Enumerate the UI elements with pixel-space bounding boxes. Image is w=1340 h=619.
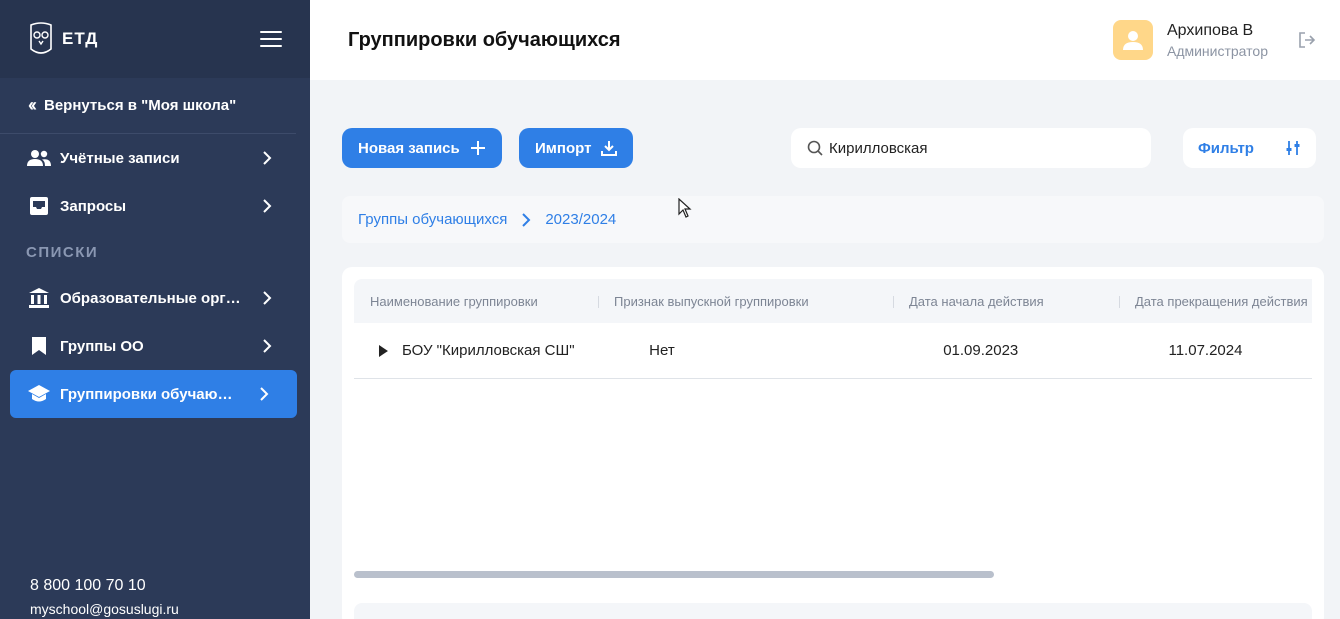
section-title-lists: СПИСКИ bbox=[26, 243, 99, 261]
column-header-graduation[interactable]: Признак выпускной группировки bbox=[598, 294, 893, 309]
support-email: myschool@gosuslugi.ru bbox=[30, 601, 179, 617]
back-to-school-link[interactable]: ‹‹ Вернуться в "Моя школа" bbox=[0, 78, 296, 134]
user-info: Архипова В Администратор bbox=[1167, 22, 1268, 59]
user-icon bbox=[1122, 31, 1143, 50]
filter-button[interactable]: Фильтр bbox=[1183, 128, 1316, 168]
table-footer bbox=[354, 603, 1312, 619]
new-record-label: Новая запись bbox=[358, 139, 460, 157]
logo-text: ЕТД bbox=[62, 29, 99, 48]
user-name: Архипова В bbox=[1166, 21, 1254, 39]
search-icon bbox=[807, 140, 823, 156]
sliders-icon bbox=[1286, 141, 1300, 155]
cell-end: 11.07.2024 bbox=[1168, 342, 1243, 359]
chevron-right-icon bbox=[263, 151, 272, 165]
breadcrumb: Группы обучающихся 2023/2024 bbox=[342, 196, 1324, 243]
avatar[interactable] bbox=[1112, 20, 1153, 60]
cell-start: 01.09.2023 bbox=[943, 342, 1019, 359]
support-phone: 8 800 100 70 10 bbox=[30, 577, 146, 594]
sidebar-item-organizations[interactable]: Образовательные организации bbox=[0, 274, 310, 322]
chevron-right-icon bbox=[263, 291, 272, 305]
sidebar-item-label: Учётные записи bbox=[60, 149, 180, 167]
sidebar-item-requests[interactable]: Запросы bbox=[0, 182, 310, 230]
sidebar-item-accounts[interactable]: Учётные записи bbox=[0, 134, 310, 182]
chevron-right-icon bbox=[263, 199, 272, 213]
graduation-cap-icon bbox=[26, 383, 52, 405]
new-record-button[interactable]: Новая запись bbox=[342, 128, 502, 168]
import-label: Импорт bbox=[535, 139, 592, 157]
table-row[interactable]: БОУ "Кирилловская СШ" Нет 01.09.2023 11.… bbox=[354, 323, 1312, 379]
page-title: Группировки обучающихся bbox=[348, 28, 621, 51]
sidebar-item-label: Группы ОО bbox=[60, 337, 144, 355]
chevron-right-icon bbox=[263, 339, 272, 353]
mouse-cursor-icon bbox=[678, 198, 692, 218]
back-label: Вернуться в "Моя школа" bbox=[44, 97, 237, 114]
sidebar-item-label: Запросы bbox=[60, 197, 127, 215]
breadcrumb-item-year[interactable]: 2023/2024 bbox=[545, 211, 616, 228]
column-header-name[interactable]: Наименование группировки bbox=[354, 294, 598, 309]
sidebar-item-label: Образовательные организации bbox=[60, 289, 248, 307]
menu-burger-icon[interactable] bbox=[260, 31, 282, 47]
bookmark-icon bbox=[26, 335, 52, 357]
users-icon bbox=[26, 147, 52, 169]
horizontal-scrollbar[interactable] bbox=[354, 571, 994, 578]
sidebar-item-groups[interactable]: Группы ОО bbox=[0, 322, 310, 370]
owl-logo-icon bbox=[30, 22, 52, 54]
logout-icon[interactable] bbox=[1298, 31, 1316, 49]
expand-triangle-icon[interactable] bbox=[376, 344, 390, 358]
institution-icon bbox=[26, 287, 52, 309]
download-icon bbox=[601, 141, 618, 156]
breadcrumb-item-groups[interactable]: Группы обучающихся bbox=[358, 211, 507, 228]
column-header-end[interactable]: Дата прекращения действия bbox=[1119, 294, 1312, 309]
table: Наименование группировки Признак выпускн… bbox=[354, 279, 1312, 579]
user-block: Архипова В Администратор bbox=[1112, 20, 1316, 60]
logo-row: ЕТД bbox=[0, 0, 310, 78]
inbox-icon bbox=[26, 195, 52, 217]
filter-label: Фильтр bbox=[1198, 139, 1254, 157]
double-chevron-left-icon: ‹‹ bbox=[28, 95, 37, 115]
table-card: Наименование группировки Признак выпускн… bbox=[342, 267, 1324, 619]
chevron-right-icon bbox=[522, 212, 531, 227]
header: Группировки обучающихся Архипова В Админ… bbox=[310, 0, 1340, 80]
search-box bbox=[791, 128, 1151, 168]
import-button[interactable]: Импорт bbox=[519, 128, 634, 168]
chevron-right-icon bbox=[260, 387, 269, 401]
table-header: Наименование группировки Признак выпускн… bbox=[354, 279, 1312, 323]
contacts: 8 800 100 70 10 myschool@gosuslugi.ru bbox=[30, 577, 179, 617]
sidebar: ЕТД ‹‹ Вернуться в "Моя школа" Учётные з… bbox=[0, 0, 310, 619]
user-role: Администратор bbox=[1166, 42, 1268, 59]
column-header-start[interactable]: Дата начала действия bbox=[893, 294, 1119, 309]
sidebar-item-student-groupings[interactable]: Группировки обучающихся bbox=[10, 370, 297, 418]
sidebar-item-label: Группировки обучающихся bbox=[60, 385, 245, 403]
search-input[interactable] bbox=[829, 139, 1129, 157]
cell-name: БОУ "Кирилловская СШ" bbox=[401, 342, 575, 359]
plus-icon bbox=[470, 141, 485, 155]
cell-graduation: Нет bbox=[649, 342, 675, 359]
